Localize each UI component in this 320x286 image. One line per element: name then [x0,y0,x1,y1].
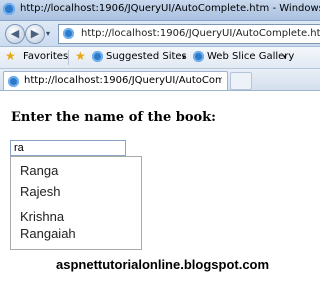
autocomplete-suggestions: Ranga Rajesh Krishna Rangaiah [10,156,142,250]
navigation-bar: ◀ ▶ ▾ http://localhost:1906/JQueryUI/Aut… [0,21,320,47]
page-heading: Enter the name of the book: [11,110,216,125]
title-bar: http://localhost:1906/JQueryUI/AutoCompl… [0,0,320,21]
chevron-down-icon[interactable]: ▾ [283,53,287,61]
page-icon [63,28,74,39]
suggestion-item[interactable]: Ranga [20,162,58,179]
suggestion-item[interactable]: Rangaiah [20,225,76,242]
tab-bar: http://localhost:1906/JQueryUI/AutoCompl… [0,69,320,91]
favorites-bar: ★ Favorites ★ Suggested Sites ▾ Web Slic… [0,47,320,69]
book-search-input[interactable] [10,140,126,156]
ie-icon [92,51,103,62]
forward-button[interactable]: ▶ [25,24,45,44]
window-title: http://localhost:1906/JQueryUI/AutoCompl… [20,3,320,14]
web-slice-gallery-link[interactable]: Web Slice Gallery [207,51,294,62]
back-button[interactable]: ◀ [5,24,25,44]
tab-label: http://localhost:1906/JQueryUI/AutoCompl… [24,75,222,86]
suggestion-item[interactable]: Krishna [20,208,64,225]
divider [68,50,69,65]
back-arrow-icon: ◀ [10,27,20,40]
new-tab-button[interactable] [230,72,252,90]
favorites-button[interactable]: Favorites [23,51,68,62]
address-bar[interactable]: http://localhost:1906/JQueryUI/AutoCompl… [58,24,320,44]
favorites-star-icon[interactable]: ★ [5,49,16,63]
chevron-down-icon[interactable]: ▾ [182,53,186,61]
blog-url-text: aspnettutorialonline.blogspot.com [56,257,270,272]
ie-icon [193,51,204,62]
suggested-sites-link[interactable]: Suggested Sites [106,51,187,62]
history-dropdown-icon[interactable]: ▾ [46,29,50,38]
add-favorites-icon[interactable]: ★ [75,49,86,63]
tab-autocomplete[interactable]: http://localhost:1906/JQueryUI/AutoCompl… [3,71,228,90]
page-content: Enter the name of the book: Ranga Rajesh… [0,91,320,286]
address-text[interactable]: http://localhost:1906/JQueryUI/AutoCompl… [81,28,320,39]
suggestion-item[interactable]: Rajesh [20,183,60,200]
ie-icon [8,76,19,87]
forward-arrow-icon: ▶ [30,27,40,40]
ie-icon [3,3,15,15]
